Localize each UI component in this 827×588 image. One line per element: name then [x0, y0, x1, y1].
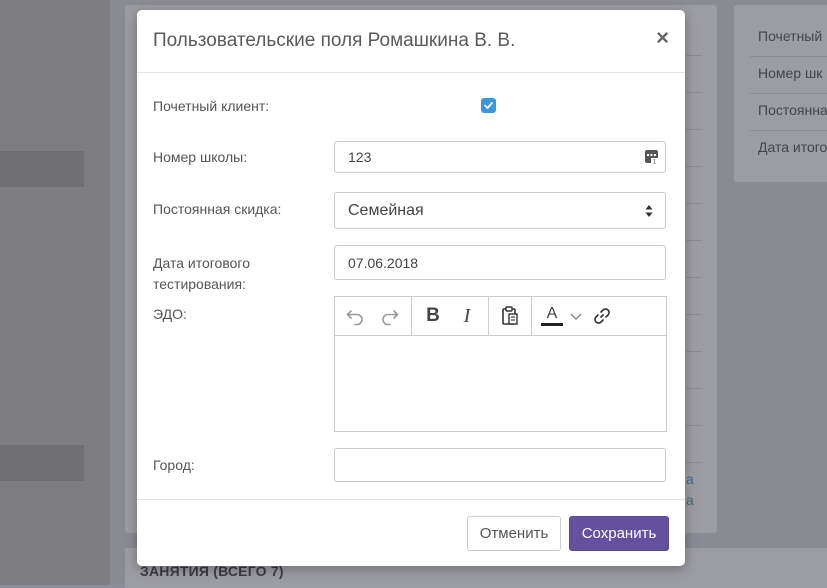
discount-label: Постоянная скидка: [153, 201, 282, 217]
school-number-value: 123 [348, 149, 372, 165]
toolbar-separator [488, 297, 489, 335]
school-number-input[interactable]: 123 1 [334, 141, 666, 173]
background-right-item: Дата итого [758, 139, 827, 155]
background-sidebar-item [0, 151, 84, 187]
background-link: а [686, 492, 694, 508]
italic-button[interactable]: I [457, 306, 477, 326]
toolbar-separator [411, 297, 412, 335]
background-divider [686, 129, 702, 130]
modal-header: Пользовательские поля Ромашкина В. В. × [137, 10, 685, 73]
select-arrows-icon [645, 205, 653, 217]
background-divider [686, 277, 702, 278]
background-link: а [686, 471, 694, 487]
custom-fields-modal: Пользовательские поля Ромашкина В. В. × … [137, 10, 685, 566]
background-divider [686, 425, 702, 426]
test-date-value: 07.06.2018 [348, 255, 419, 271]
background-right-item: Почетный [758, 28, 823, 44]
city-label: Город: [153, 457, 195, 473]
background-right-item: Номер шк [758, 65, 823, 81]
background-divider [686, 388, 702, 389]
edo-label: ЭДО: [153, 306, 187, 322]
edo-rich-text-editor: B I A [334, 296, 667, 432]
test-date-input[interactable]: 07.06.2018 [334, 245, 666, 280]
city-input[interactable] [334, 448, 666, 482]
cancel-button[interactable]: Отменить [467, 516, 561, 551]
background-right-item: Постоянна [758, 102, 827, 118]
text-color-label: A [541, 306, 563, 326]
school-number-label: Номер школы: [153, 149, 248, 165]
close-icon[interactable]: × [656, 27, 669, 49]
background-divider [686, 462, 702, 463]
chevron-down-icon[interactable] [569, 306, 583, 326]
background-divider [750, 130, 827, 131]
background-divider [750, 93, 827, 94]
bold-button[interactable]: B [423, 306, 443, 326]
background-sidebar-item [0, 445, 84, 481]
checkmark-icon [484, 102, 493, 109]
link-icon[interactable] [592, 306, 612, 326]
redo-icon[interactable] [380, 306, 400, 326]
honorary-client-checkbox[interactable] [481, 98, 496, 113]
undo-icon[interactable] [345, 306, 365, 326]
save-button[interactable]: Сохранить [569, 516, 669, 551]
honorary-client-label: Почетный клиент: [153, 98, 270, 114]
background-divider [686, 314, 702, 315]
background-divider [686, 55, 702, 56]
background-divider [686, 166, 702, 167]
text-color-button[interactable]: A [541, 306, 563, 326]
toolbar-separator [531, 297, 532, 335]
editor-content-area[interactable] [335, 336, 666, 431]
discount-value: Семейная [348, 202, 424, 219]
test-date-label: Дата итогового тестирования: [153, 255, 250, 292]
paste-icon[interactable] [500, 306, 520, 326]
number-picker-icon[interactable]: 1 [645, 149, 659, 165]
background-divider [686, 240, 702, 241]
background-divider [686, 351, 702, 352]
background-sidebar [0, 0, 110, 585]
discount-select[interactable]: Семейная [334, 192, 666, 229]
svg-text:1: 1 [653, 159, 657, 166]
modal-title: Пользовательские поля Ромашкина В. В. [153, 30, 516, 51]
modal-footer: Отменить Сохранить [137, 499, 685, 567]
editor-toolbar: B I A [335, 297, 666, 336]
background-divider [750, 56, 827, 57]
background-divider [686, 203, 702, 204]
background-divider [686, 92, 702, 93]
